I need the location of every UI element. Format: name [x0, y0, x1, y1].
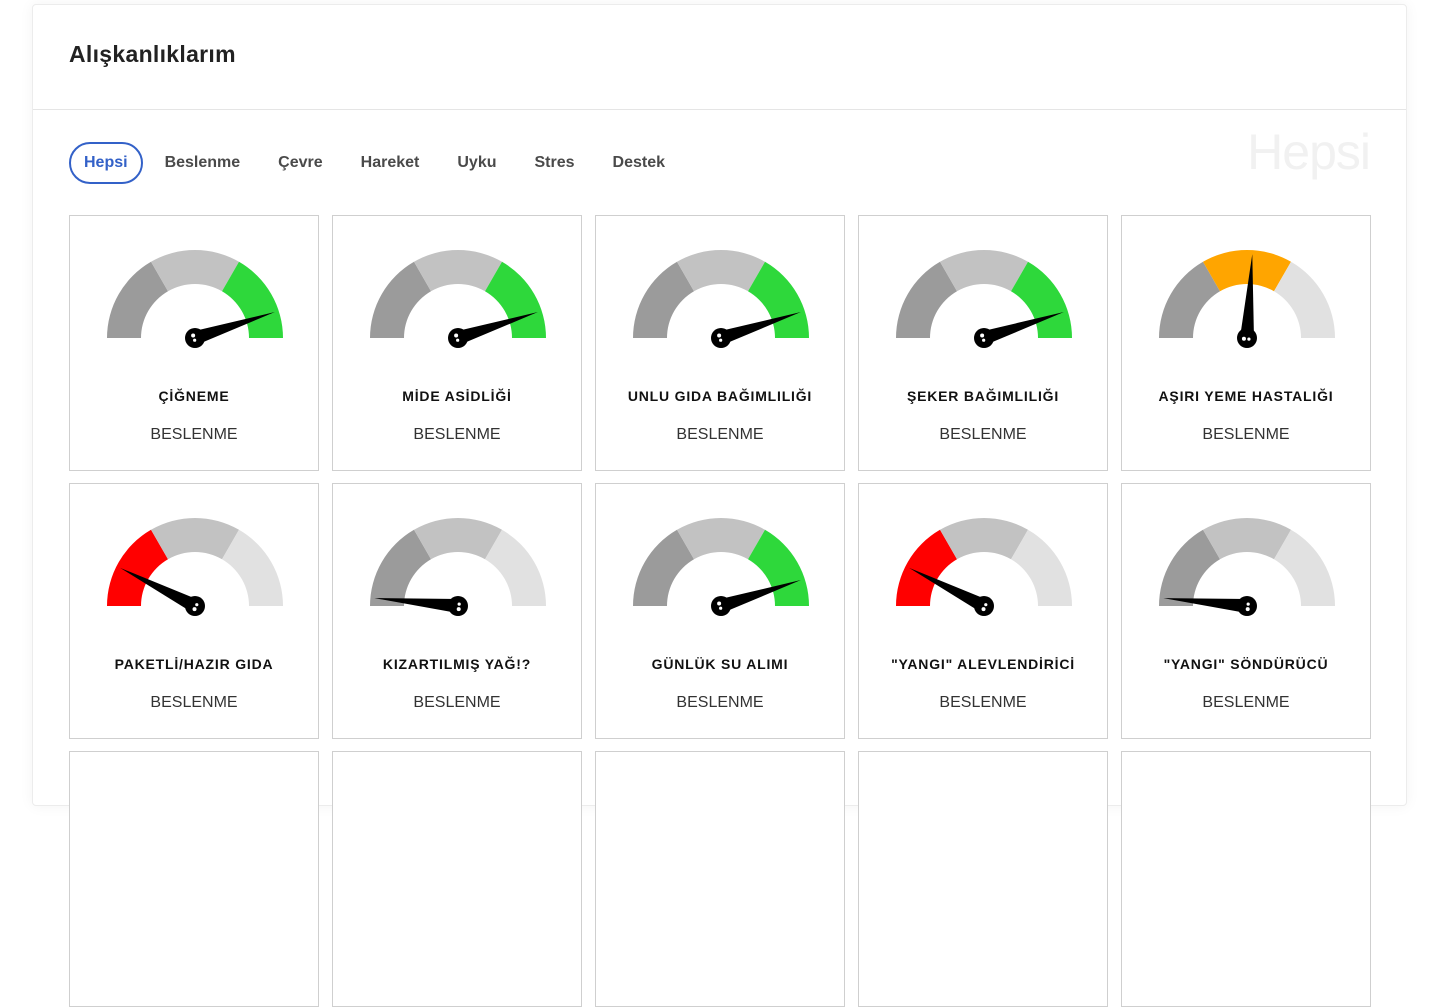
habit-category: BESLENME — [150, 694, 238, 711]
habit-title: ŞEKER BAĞIMLILIĞI — [906, 388, 1060, 404]
habit-card[interactable] — [1121, 751, 1371, 1007]
habit-title: "YANGI" SÖNDÜRÜCÜ — [1163, 656, 1329, 672]
habit-category: BESLENME — [1202, 694, 1290, 711]
tab-movement[interactable]: Hareket — [361, 154, 420, 172]
habit-category: BESLENME — [413, 694, 501, 711]
page-title: Alışkanlıklarım — [69, 41, 236, 67]
category-watermark: Hepsi — [1247, 124, 1371, 180]
tab-stress[interactable]: Stres — [534, 154, 574, 172]
habit-card[interactable]: UNLU GIDA BAĞIMLILIĞI BESLENME — [595, 215, 845, 471]
gauge-meter — [370, 250, 546, 348]
gauge-meter — [633, 250, 809, 348]
habit-card[interactable]: ÇİĞNEME BESLENME — [69, 215, 319, 471]
habit-card[interactable]: "YANGI" ALEVLENDİRİCİ BESLENME — [858, 483, 1108, 739]
habit-title: UNLU GIDA BAĞIMLILIĞI — [627, 388, 813, 404]
habit-title: ÇİĞNEME — [158, 388, 230, 404]
gauge-meter — [1159, 518, 1335, 616]
habit-card[interactable]: GÜNLÜK SU ALIMI BESLENME — [595, 483, 845, 739]
habit-title: PAKETLİ/HAZIR GIDA — [114, 656, 274, 672]
gauge-meter — [633, 518, 809, 616]
gauge-meter — [896, 518, 1072, 616]
habit-title: MİDE ASİDLİĞİ — [402, 388, 512, 404]
gauge-meter — [1159, 250, 1335, 348]
tab-support[interactable]: Destek — [613, 154, 665, 172]
habit-category: BESLENME — [939, 426, 1027, 443]
habit-card[interactable]: MİDE ASİDLİĞİ BESLENME — [332, 215, 582, 471]
habit-card[interactable] — [332, 751, 582, 1007]
tab-environment[interactable]: Çevre — [278, 154, 322, 172]
habit-category: BESLENME — [413, 426, 501, 443]
panel-header: Alışkanlıklarım — [33, 5, 1406, 110]
gauge-meter — [370, 518, 546, 616]
habit-card[interactable]: AŞIRI YEME HASTALIĞI BESLENME — [1121, 215, 1371, 471]
habit-title: GÜNLÜK SU ALIMI — [651, 656, 789, 672]
habit-category: BESLENME — [676, 694, 764, 711]
habit-card[interactable]: "YANGI" SÖNDÜRÜCÜ BESLENME — [1121, 483, 1371, 739]
habit-category: BESLENME — [1202, 426, 1290, 443]
habit-card-grid: ÇİĞNEME BESLENME MİDE ASİDLİĞİ BESLENME … — [69, 215, 1371, 1007]
habit-category: BESLENME — [150, 426, 238, 443]
habit-card[interactable] — [595, 751, 845, 1007]
habit-card[interactable]: PAKETLİ/HAZIR GIDA BESLENME — [69, 483, 319, 739]
habit-card[interactable]: ŞEKER BAĞIMLILIĞI BESLENME — [858, 215, 1108, 471]
habits-panel: Alışkanlıklarım Hepsi Beslenme Çevre Har… — [32, 4, 1407, 1007]
habit-card[interactable]: KIZARTILMIŞ YAĞ!? BESLENME — [332, 483, 582, 739]
habit-title: AŞIRI YEME HASTALIĞI — [1158, 388, 1334, 404]
habit-title: KIZARTILMIŞ YAĞ!? — [382, 656, 532, 672]
tab-nutrition[interactable]: Beslenme — [165, 154, 241, 172]
tab-sleep[interactable]: Uyku — [457, 154, 496, 172]
category-tabs: Hepsi Beslenme Çevre Hareket Uyku Stres … — [69, 141, 703, 185]
gauge-meter — [896, 250, 1072, 348]
tab-all[interactable]: Hepsi — [69, 142, 143, 184]
gauge-meter — [107, 250, 283, 348]
habit-card[interactable] — [69, 751, 319, 1007]
habit-card[interactable] — [858, 751, 1108, 1007]
gauge-meter — [107, 518, 283, 616]
habit-title: "YANGI" ALEVLENDİRİCİ — [891, 656, 1075, 672]
habit-category: BESLENME — [676, 426, 764, 443]
habit-category: BESLENME — [939, 694, 1027, 711]
